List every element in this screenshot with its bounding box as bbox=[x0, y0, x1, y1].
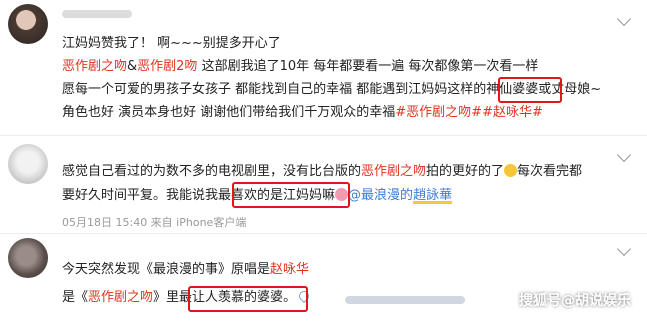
highlight-box bbox=[188, 286, 308, 312]
hashtag-link[interactable]: 赵咏华 bbox=[270, 262, 309, 277]
location-blurred bbox=[345, 296, 465, 304]
watermark: 搜狐号@胡说娱乐 bbox=[519, 293, 631, 309]
comment-2: 感觉自己看过的为数不多的电视剧里，没有比台版的恶作剧之吻拍的更好的了 每次看完都 … bbox=[0, 136, 647, 236]
avatar[interactable] bbox=[8, 144, 48, 184]
hashtag-link[interactable]: 恶作剧2吻 bbox=[137, 59, 197, 74]
chevron-down-icon[interactable] bbox=[616, 11, 632, 27]
comment-1: 江妈妈赞我了！ 啊~~~别提多开心了 恶作剧之吻&恶作剧2吻 这部剧我追了10年… bbox=[0, 0, 647, 130]
hashtag-link[interactable]: 恶作剧之吻 bbox=[88, 290, 153, 305]
comment-text-line: 今天突然发现《最浪漫的事》原唱是赵咏华 bbox=[62, 262, 310, 277]
mention-link[interactable]: @最浪漫的 bbox=[348, 188, 413, 203]
emoji-icon bbox=[504, 164, 518, 177]
highlight-box bbox=[498, 77, 562, 103]
hashtag-link[interactable]: #恶作剧之吻# bbox=[395, 105, 482, 120]
highlight-box bbox=[232, 182, 350, 208]
mention-link[interactable]: 趙詠華 bbox=[413, 188, 452, 203]
chevron-down-icon[interactable] bbox=[616, 241, 632, 257]
comment-text-line: 角色也好 演员本身也好 谢谢他们带给我们千万观众的幸福#恶作剧之吻##赵咏华# bbox=[62, 105, 543, 120]
chevron-down-icon[interactable] bbox=[616, 147, 632, 163]
comment-meta: 05月18日 15:40 来自 iPhone客户端 bbox=[62, 216, 247, 229]
comment-text-line: 感觉自己看过的为数不多的电视剧里，没有比台版的恶作剧之吻拍的更好的了 每次看完都 bbox=[62, 164, 583, 179]
avatar[interactable] bbox=[8, 4, 48, 44]
username-blurred bbox=[62, 10, 132, 18]
hashtag-link[interactable]: #赵咏华# bbox=[482, 105, 543, 120]
comment-text-line: 恶作剧之吻&恶作剧2吻 这部剧我追了10年 每年都要看一遍 每次都像第一次看一样 bbox=[62, 59, 539, 74]
comment-text-line: 江妈妈赞我了！ 啊~~~别提多开心了 bbox=[62, 36, 281, 51]
hashtag-link[interactable]: 恶作剧之吻 bbox=[62, 59, 127, 74]
avatar[interactable] bbox=[8, 238, 48, 278]
hashtag-link[interactable]: 恶作剧之吻 bbox=[361, 164, 426, 179]
